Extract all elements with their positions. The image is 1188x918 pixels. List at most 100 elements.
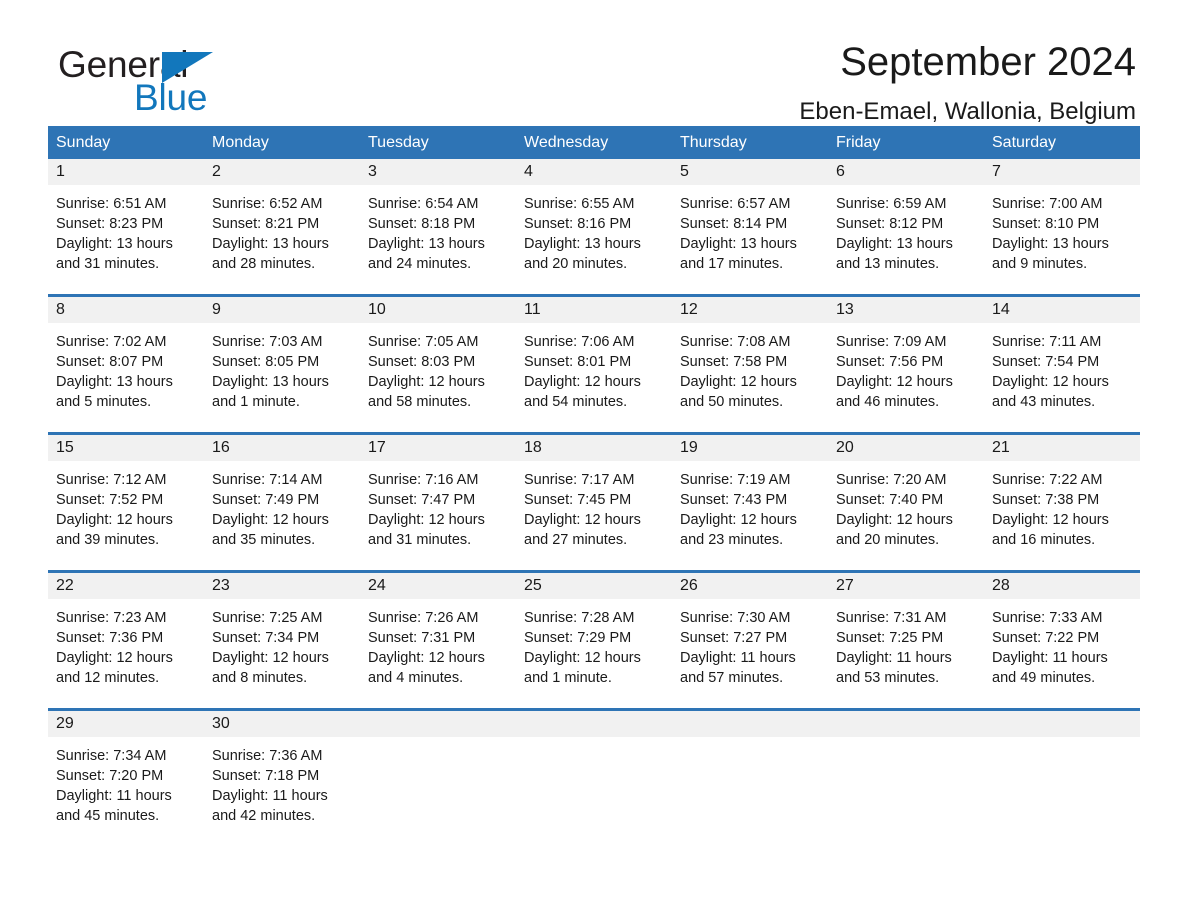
sunset-text: Sunset: 8:18 PM xyxy=(368,216,476,232)
day-cell[interactable]: Sunrise: 7:08 AM Sunset: 7:58 PM Dayligh… xyxy=(672,323,828,432)
sunrise-text: Sunrise: 7:33 AM xyxy=(992,610,1103,626)
day-cell[interactable]: Sunrise: 7:11 AM Sunset: 7:54 PM Dayligh… xyxy=(984,323,1140,432)
sunrise-text: Sunrise: 7:12 AM xyxy=(56,472,167,488)
day-number[interactable]: 13 xyxy=(828,297,984,323)
sunrise-text: Sunrise: 7:02 AM xyxy=(56,334,167,350)
title-block: September 2024 Eben-Emael, Wallonia, Bel… xyxy=(799,0,1136,127)
day-number[interactable]: 16 xyxy=(204,435,360,461)
day-number[interactable]: 26 xyxy=(672,573,828,599)
day-cell[interactable]: Sunrise: 7:22 AM Sunset: 7:38 PM Dayligh… xyxy=(984,461,1140,570)
sunrise-text: Sunrise: 7:20 AM xyxy=(836,472,947,488)
day-number[interactable]: 9 xyxy=(204,297,360,323)
day-cell[interactable]: Sunrise: 7:33 AM Sunset: 7:22 PM Dayligh… xyxy=(984,599,1140,708)
day-cell[interactable]: Sunrise: 7:25 AM Sunset: 7:34 PM Dayligh… xyxy=(204,599,360,708)
sunrise-text: Sunrise: 6:51 AM xyxy=(56,196,167,212)
day-number[interactable]: 3 xyxy=(360,159,516,185)
daylight-text: Daylight: 12 hours xyxy=(524,512,641,528)
daylight-text-cont: and 49 minutes. xyxy=(992,670,1096,686)
day-cell[interactable]: Sunrise: 7:36 AM Sunset: 7:18 PM Dayligh… xyxy=(204,737,360,849)
day-cell[interactable]: Sunrise: 6:55 AM Sunset: 8:16 PM Dayligh… xyxy=(516,185,672,294)
daylight-text-cont: and 27 minutes. xyxy=(524,532,628,548)
logo-text-blue: Blue xyxy=(134,77,208,118)
day-number[interactable]: 21 xyxy=(984,435,1140,461)
day-cell[interactable]: Sunrise: 6:52 AM Sunset: 8:21 PM Dayligh… xyxy=(204,185,360,294)
week-row: 15 16 17 18 19 20 21 Sunrise: 7:12 AM Su… xyxy=(48,432,1140,570)
day-number[interactable]: 30 xyxy=(204,711,360,737)
page-subtitle: Eben-Emael, Wallonia, Belgium xyxy=(799,98,1136,125)
general-blue-logo[interactable]: General Blue xyxy=(58,46,268,116)
day-cell[interactable]: Sunrise: 7:28 AM Sunset: 7:29 PM Dayligh… xyxy=(516,599,672,708)
day-number[interactable]: 14 xyxy=(984,297,1140,323)
day-number[interactable]: 22 xyxy=(48,573,204,599)
day-number[interactable]: 2 xyxy=(204,159,360,185)
daylight-text-cont: and 45 minutes. xyxy=(56,808,160,824)
daylight-text-cont: and 28 minutes. xyxy=(212,256,316,272)
daylight-text: Daylight: 13 hours xyxy=(836,236,953,252)
day-cell[interactable]: Sunrise: 7:03 AM Sunset: 8:05 PM Dayligh… xyxy=(204,323,360,432)
daylight-text-cont: and 39 minutes. xyxy=(56,532,160,548)
day-cell[interactable]: Sunrise: 6:59 AM Sunset: 8:12 PM Dayligh… xyxy=(828,185,984,294)
week-daynumber-band: 29 30 xyxy=(48,711,1140,737)
day-cell[interactable]: Sunrise: 7:05 AM Sunset: 8:03 PM Dayligh… xyxy=(360,323,516,432)
day-number[interactable]: 10 xyxy=(360,297,516,323)
daylight-text: Daylight: 11 hours xyxy=(992,650,1108,666)
day-cell[interactable]: Sunrise: 7:12 AM Sunset: 7:52 PM Dayligh… xyxy=(48,461,204,570)
day-number[interactable]: 12 xyxy=(672,297,828,323)
week-row: 29 30 Sunrise: 7:34 AM Sunset: 7:20 PM D… xyxy=(48,708,1140,849)
daylight-text: Daylight: 11 hours xyxy=(212,788,328,804)
page-title: September 2024 xyxy=(840,40,1136,84)
day-number[interactable]: 28 xyxy=(984,573,1140,599)
day-cell[interactable]: Sunrise: 7:19 AM Sunset: 7:43 PM Dayligh… xyxy=(672,461,828,570)
day-cell[interactable]: Sunrise: 7:23 AM Sunset: 7:36 PM Dayligh… xyxy=(48,599,204,708)
day-number[interactable]: 15 xyxy=(48,435,204,461)
day-number[interactable]: 23 xyxy=(204,573,360,599)
day-cell[interactable]: Sunrise: 7:02 AM Sunset: 8:07 PM Dayligh… xyxy=(48,323,204,432)
sunrise-text: Sunrise: 7:22 AM xyxy=(992,472,1103,488)
daylight-text-cont: and 23 minutes. xyxy=(680,532,784,548)
day-number[interactable]: 19 xyxy=(672,435,828,461)
day-cell[interactable]: Sunrise: 7:09 AM Sunset: 7:56 PM Dayligh… xyxy=(828,323,984,432)
day-cell[interactable]: Sunrise: 7:34 AM Sunset: 7:20 PM Dayligh… xyxy=(48,737,204,849)
day-number[interactable]: 18 xyxy=(516,435,672,461)
day-cell[interactable]: Sunrise: 7:14 AM Sunset: 7:49 PM Dayligh… xyxy=(204,461,360,570)
sunset-text: Sunset: 7:38 PM xyxy=(992,492,1100,508)
day-cell[interactable]: Sunrise: 6:57 AM Sunset: 8:14 PM Dayligh… xyxy=(672,185,828,294)
day-cell[interactable]: Sunrise: 7:20 AM Sunset: 7:40 PM Dayligh… xyxy=(828,461,984,570)
day-cell[interactable]: Sunrise: 7:16 AM Sunset: 7:47 PM Dayligh… xyxy=(360,461,516,570)
day-number[interactable]: 11 xyxy=(516,297,672,323)
day-number[interactable]: 8 xyxy=(48,297,204,323)
day-number[interactable]: 29 xyxy=(48,711,204,737)
day-number[interactable]: 5 xyxy=(672,159,828,185)
daylight-text: Daylight: 12 hours xyxy=(212,512,329,528)
day-cell[interactable]: Sunrise: 6:51 AM Sunset: 8:23 PM Dayligh… xyxy=(48,185,204,294)
day-cell[interactable]: Sunrise: 7:30 AM Sunset: 7:27 PM Dayligh… xyxy=(672,599,828,708)
daylight-text: Daylight: 13 hours xyxy=(212,236,329,252)
sunset-text: Sunset: 8:10 PM xyxy=(992,216,1100,232)
sunset-text: Sunset: 8:16 PM xyxy=(524,216,632,232)
daylight-text-cont: and 46 minutes. xyxy=(836,394,940,410)
day-number[interactable]: 17 xyxy=(360,435,516,461)
day-cell[interactable]: Sunrise: 7:00 AM Sunset: 8:10 PM Dayligh… xyxy=(984,185,1140,294)
day-number-empty xyxy=(516,711,672,737)
sunrise-text: Sunrise: 7:00 AM xyxy=(992,196,1103,212)
day-number[interactable]: 27 xyxy=(828,573,984,599)
day-number[interactable]: 25 xyxy=(516,573,672,599)
sunrise-text: Sunrise: 6:59 AM xyxy=(836,196,947,212)
day-number[interactable]: 6 xyxy=(828,159,984,185)
day-number[interactable]: 7 xyxy=(984,159,1140,185)
day-cell[interactable]: Sunrise: 7:17 AM Sunset: 7:45 PM Dayligh… xyxy=(516,461,672,570)
sunset-text: Sunset: 8:12 PM xyxy=(836,216,944,232)
day-cell[interactable]: Sunrise: 7:31 AM Sunset: 7:25 PM Dayligh… xyxy=(828,599,984,708)
day-number[interactable]: 24 xyxy=(360,573,516,599)
day-cell[interactable]: Sunrise: 7:26 AM Sunset: 7:31 PM Dayligh… xyxy=(360,599,516,708)
day-number[interactable]: 1 xyxy=(48,159,204,185)
day-number[interactable]: 20 xyxy=(828,435,984,461)
day-cell[interactable]: Sunrise: 7:06 AM Sunset: 8:01 PM Dayligh… xyxy=(516,323,672,432)
daylight-text-cont: and 58 minutes. xyxy=(368,394,472,410)
day-cell[interactable]: Sunrise: 6:54 AM Sunset: 8:18 PM Dayligh… xyxy=(360,185,516,294)
sunset-text: Sunset: 7:47 PM xyxy=(368,492,476,508)
week-daynumber-band: 8 9 10 11 12 13 14 xyxy=(48,297,1140,323)
day-number-empty xyxy=(360,711,516,737)
sunrise-text: Sunrise: 7:36 AM xyxy=(212,748,323,764)
day-number[interactable]: 4 xyxy=(516,159,672,185)
